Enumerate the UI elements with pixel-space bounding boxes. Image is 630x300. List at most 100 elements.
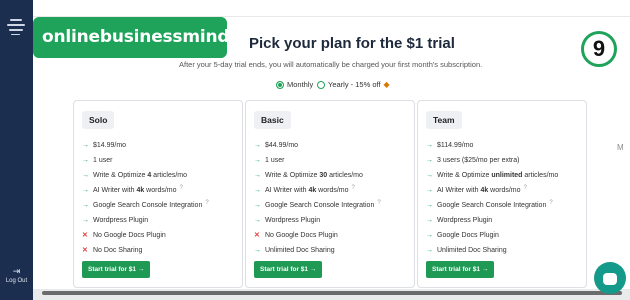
help-icon[interactable]: ?	[205, 196, 208, 211]
arrow-right-icon: →	[254, 187, 261, 194]
logout-button[interactable]: ⇥ Log Out	[0, 266, 33, 284]
help-icon[interactable]: ?	[377, 196, 380, 211]
feature-text: No Doc Sharing	[93, 247, 143, 254]
plan-price-text: $114.99/mo	[437, 142, 474, 149]
feature-text: Wordpress Plugin	[93, 217, 149, 224]
arrow-right-icon: →	[254, 202, 261, 209]
feature-item: → Wordpress Plugin	[254, 213, 406, 228]
feature-item: → Google Search Console Integration?	[254, 198, 406, 213]
page-subtitle: After your 5-day trial ends, you will au…	[179, 60, 483, 69]
logout-icon: ⇥	[12, 266, 21, 276]
start-trial-button[interactable]: Start trial for $1 →	[426, 261, 495, 278]
feature-item: → 1 user	[82, 153, 234, 168]
arrow-right-icon: →	[426, 247, 433, 254]
feature-text: Unlimited Doc Sharing	[265, 247, 335, 254]
arrow-right-icon: →	[82, 172, 89, 179]
feature-text: No Google Docs Plugin	[93, 232, 166, 239]
help-icon[interactable]: ?	[180, 181, 183, 196]
arrow-right-icon: →	[82, 157, 89, 164]
feature-item: → Write & Optimize 4 articles/mo	[82, 168, 234, 183]
arrow-right-icon: →	[426, 232, 433, 239]
feature-item: → Google Search Console Integration?	[426, 198, 578, 213]
cross-icon: ✕	[82, 232, 88, 239]
feature-item: → AI Writer with 4k words/mo?	[426, 183, 578, 198]
feature-text: 1 user	[265, 157, 285, 164]
feature-text: AI Writer with 4k words/mo	[93, 187, 177, 194]
chat-button[interactable]	[594, 262, 626, 294]
number-badge: 9	[581, 31, 617, 67]
side-tab-icon[interactable]: M	[617, 143, 624, 152]
logout-label: Log Out	[5, 278, 28, 284]
help-icon[interactable]: ?	[524, 181, 527, 196]
plan-name: Basic	[254, 111, 291, 129]
arrow-right-icon: →	[426, 172, 433, 179]
plan-name: Team	[426, 111, 462, 129]
feature-item: → 1 user	[254, 153, 406, 168]
feature-text: 3 users ($25/mo per extra)	[437, 157, 520, 164]
arrow-right-icon: →	[254, 172, 261, 179]
arrow-right-icon: →	[254, 157, 261, 164]
horizontal-scrollbar[interactable]	[42, 291, 622, 295]
plan-card-team: Team → $114.99/mo → 3 users ($25/mo per extr…	[417, 100, 587, 288]
plan-price-text: $44.99/mo	[265, 142, 299, 149]
arrow-right-icon: →	[82, 202, 89, 209]
arrow-right-icon: →	[82, 187, 89, 194]
billing-yearly-label: Yearly - 15% off	[328, 80, 381, 89]
feature-text: Google Docs Plugin	[437, 232, 499, 239]
plan-price: → $114.99/mo	[426, 138, 578, 153]
feature-text: Google Search Console Integration	[93, 202, 203, 209]
feature-item: → AI Writer with 4k words/mo?	[82, 183, 234, 198]
start-trial-button[interactable]: Start trial for $1 →	[82, 261, 151, 278]
billing-yearly-option[interactable]: Yearly - 15% off ◆	[317, 80, 390, 89]
feature-text: AI Writer with 4k words/mo	[265, 187, 349, 194]
feature-text: Google Search Console Integration	[265, 202, 375, 209]
plan-price-text: $14.99/mo	[93, 142, 127, 149]
cross-icon: ✕	[82, 247, 88, 254]
feature-text: 1 user	[93, 157, 113, 164]
plan-name: Solo	[82, 111, 115, 129]
feature-text: Write & Optimize 30 articles/mo	[265, 172, 363, 179]
feature-text: AI Writer with 4k words/mo	[437, 187, 521, 194]
arrow-right-icon: →	[254, 142, 261, 149]
start-trial-button[interactable]: Start trial for $1 →	[254, 261, 323, 278]
feature-item: → Write & Optimize 30 articles/mo	[254, 168, 406, 183]
arrow-right-icon: →	[82, 142, 89, 149]
brand-watermark: onlinebusinessmind.net	[33, 17, 267, 58]
app-logo-icon[interactable]	[7, 19, 25, 38]
cross-icon: ✕	[254, 232, 260, 239]
plan-card-basic: Basic → $44.99/mo → 1 user → Write & Optimize …	[245, 100, 415, 288]
arrow-right-icon: →	[82, 217, 89, 224]
arrow-right-icon: →	[426, 217, 433, 224]
feature-text: Unlimited Doc Sharing	[437, 247, 507, 254]
help-icon[interactable]: ?	[549, 196, 552, 211]
feature-item: → Wordpress Plugin	[82, 213, 234, 228]
feature-item: → Google Search Console Integration?	[82, 198, 234, 213]
feature-text: Wordpress Plugin	[437, 217, 493, 224]
feature-text: No Google Docs Plugin	[265, 232, 338, 239]
feature-item: ✕ No Google Docs Plugin	[82, 228, 234, 243]
chat-bubble-icon	[603, 273, 617, 285]
arrow-right-icon: →	[426, 202, 433, 209]
arrow-right-icon: →	[426, 142, 433, 149]
arrow-right-icon: →	[254, 247, 261, 254]
plan-price: → $14.99/mo	[82, 138, 234, 153]
feature-item: ✕ No Doc Sharing	[82, 243, 234, 258]
help-icon[interactable]: ?	[352, 181, 355, 196]
billing-monthly-label: Monthly	[287, 80, 314, 89]
feature-item: → Wordpress Plugin	[426, 213, 578, 228]
radio-selected-icon[interactable]	[276, 80, 284, 89]
plan-price: → $44.99/mo	[254, 138, 406, 153]
page-title: Pick your plan for the $1 trial	[249, 35, 455, 52]
feature-item: → Google Docs Plugin	[426, 228, 578, 243]
billing-monthly-option[interactable]: Monthly	[276, 80, 313, 89]
feature-item: → 3 users ($25/mo per extra)	[426, 153, 578, 168]
radio-unselected-icon[interactable]	[317, 80, 325, 89]
plan-card-solo: Solo → $14.99/mo → 1 user → Write & Optimize 4…	[73, 100, 243, 288]
feature-item: → Unlimited Doc Sharing	[254, 243, 406, 258]
feature-item: → Unlimited Doc Sharing	[426, 243, 578, 258]
feature-text: Google Search Console Integration	[437, 202, 547, 209]
feature-text: Write & Optimize 4 articles/mo	[93, 172, 188, 179]
feature-item: ✕ No Google Docs Plugin	[254, 228, 406, 243]
arrow-right-icon: →	[426, 187, 433, 194]
arrow-right-icon: →	[426, 157, 433, 164]
